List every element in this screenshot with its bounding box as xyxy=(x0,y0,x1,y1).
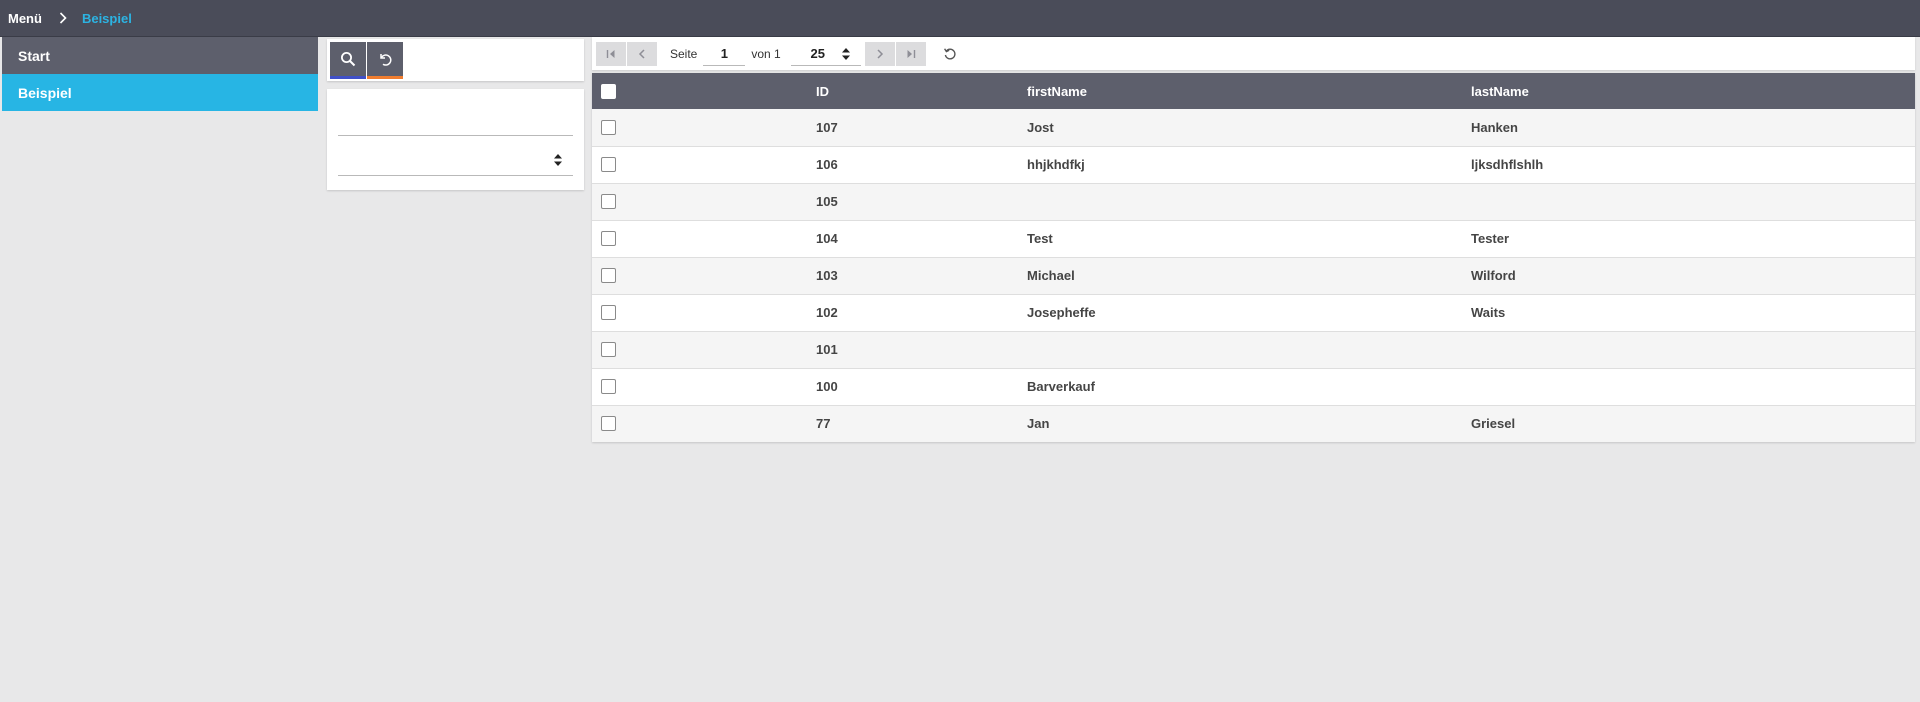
cell-id: 104 xyxy=(816,231,838,246)
page-number-input[interactable] xyxy=(703,41,746,66)
cell-id: 102 xyxy=(816,305,838,320)
table-row[interactable]: 103 Michael Wilford xyxy=(592,257,1915,294)
cell-firstname: Josepheffe xyxy=(1027,305,1096,320)
select-all-cell xyxy=(592,73,816,109)
page-label: Seite xyxy=(670,46,698,61)
row-checkbox[interactable] xyxy=(601,119,616,135)
refresh-icon xyxy=(943,47,956,59)
chevron-left-icon xyxy=(638,48,645,59)
first-page-button[interactable] xyxy=(596,41,626,66)
search-icon xyxy=(341,52,356,67)
sort-arrows-icon xyxy=(841,47,850,60)
app-page: Menü Beispiel Start Beispiel Seite 1 von… xyxy=(0,0,1920,702)
breadcrumb: Menü Beispiel xyxy=(0,0,1920,37)
table-row[interactable]: 100 Barverkauf xyxy=(592,368,1915,405)
filter-form xyxy=(327,89,584,190)
cell-firstname xyxy=(1027,331,1471,368)
cell-id: 106 xyxy=(816,157,838,172)
table-row[interactable]: 102 Josepheffe Waits xyxy=(592,294,1915,331)
last-page-icon xyxy=(907,49,915,58)
cell-firstname: Test xyxy=(1027,231,1053,246)
row-checkbox[interactable] xyxy=(601,305,616,320)
row-checkbox[interactable] xyxy=(601,231,616,246)
cell-lastname xyxy=(1471,183,1915,220)
cell-id: 103 xyxy=(816,268,838,283)
sidebar-item-start[interactable]: Start xyxy=(2,37,318,74)
cell-lastname xyxy=(1471,368,1915,405)
undo-icon xyxy=(380,54,392,66)
cell-lastname: Waits xyxy=(1471,305,1506,320)
chevron-right-icon xyxy=(56,11,70,25)
cell-firstname: Jan xyxy=(1027,416,1050,432)
filter-toolbar xyxy=(327,39,584,81)
sidebar: Start Beispiel xyxy=(2,37,318,111)
cell-id: 77 xyxy=(816,416,831,432)
table-row[interactable]: 101 xyxy=(592,331,1915,368)
search-button[interactable] xyxy=(330,42,366,79)
cell-firstname: hhjkhdfkj xyxy=(1027,157,1085,172)
sort-arrows-icon xyxy=(554,154,562,166)
first-page-icon xyxy=(606,49,615,58)
cell-lastname: Griesel xyxy=(1471,416,1516,432)
table-header-row: ID firstName lastName xyxy=(592,73,1915,109)
cell-id: 100 xyxy=(816,379,838,394)
table-row[interactable]: 105 xyxy=(592,183,1915,220)
table-row[interactable]: 77 Jan Griesel xyxy=(592,405,1915,442)
table-body: 107 Jost Hanken 106 hhjkhdfkj ljksdhflsh… xyxy=(592,109,1915,442)
table-row[interactable]: 106 hhjkhdfkj ljksdhflshlh xyxy=(592,146,1915,183)
data-table: ID firstName lastName 107 Jost Hanken 10… xyxy=(592,73,1915,442)
page-total-label: von 1 xyxy=(751,46,781,61)
page-size-select[interactable]: 25 xyxy=(790,42,861,66)
table-row[interactable]: 107 Jost Hanken xyxy=(592,109,1915,146)
page-size-value: 25 xyxy=(810,45,825,61)
search-button-underline xyxy=(330,76,366,79)
next-page-button[interactable] xyxy=(864,41,895,66)
row-checkbox[interactable] xyxy=(601,194,616,209)
cell-firstname: Jost xyxy=(1027,119,1054,135)
cell-firstname xyxy=(1027,183,1471,220)
cell-id: 101 xyxy=(816,342,838,357)
prev-page-button[interactable] xyxy=(627,41,657,66)
cell-firstname: Michael xyxy=(1027,268,1075,283)
cell-lastname: ljksdhflshlh xyxy=(1471,157,1544,172)
last-page-button[interactable] xyxy=(895,41,926,66)
pagination-bar: Seite von 1 25 xyxy=(592,37,1915,70)
row-checkbox[interactable] xyxy=(601,342,616,357)
refresh-button[interactable] xyxy=(938,42,962,66)
cell-id: 105 xyxy=(816,194,838,209)
cell-lastname: Wilford xyxy=(1471,268,1516,283)
sidebar-item-label: Beispiel xyxy=(18,84,72,101)
row-checkbox[interactable] xyxy=(601,157,616,172)
column-header-id[interactable]: ID xyxy=(816,73,1027,109)
row-checkbox[interactable] xyxy=(601,379,616,394)
reset-button[interactable] xyxy=(367,42,403,79)
filter-select[interactable] xyxy=(338,144,573,176)
chevron-right-icon xyxy=(877,48,883,59)
reset-button-underline xyxy=(367,76,403,79)
cell-lastname: Tester xyxy=(1471,231,1510,246)
row-checkbox[interactable] xyxy=(601,416,616,432)
cell-lastname xyxy=(1471,331,1915,368)
filter-text-input[interactable] xyxy=(338,109,573,136)
sidebar-item-label: Start xyxy=(18,47,50,64)
table-row[interactable]: 104 Test Tester xyxy=(592,220,1915,257)
cell-lastname: Hanken xyxy=(1471,119,1518,135)
column-header-firstname[interactable]: firstName xyxy=(1027,73,1471,109)
cell-firstname: Barverkauf xyxy=(1027,379,1095,394)
column-header-lastname[interactable]: lastName xyxy=(1471,73,1915,109)
breadcrumb-root-link[interactable]: Menü xyxy=(8,11,42,26)
select-all-checkbox[interactable] xyxy=(601,83,616,99)
breadcrumb-current-link[interactable]: Beispiel xyxy=(82,11,132,26)
sidebar-item-beispiel[interactable]: Beispiel xyxy=(2,74,318,111)
row-checkbox[interactable] xyxy=(601,268,616,283)
cell-id: 107 xyxy=(816,119,838,135)
